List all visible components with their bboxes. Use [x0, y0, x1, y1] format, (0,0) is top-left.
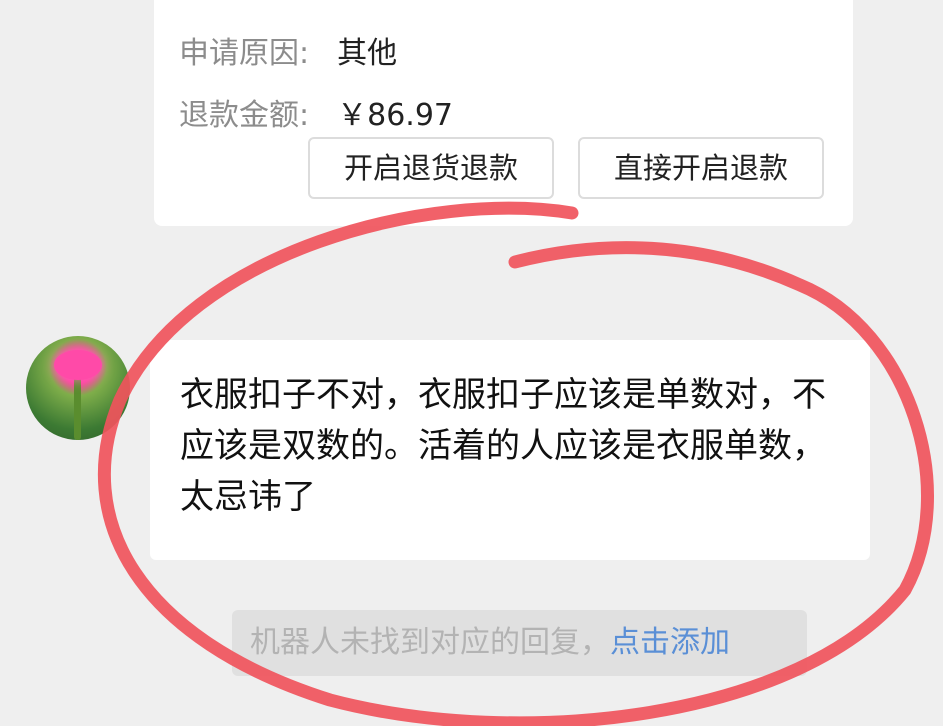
refund-amount-label: 退款金额: [179, 98, 310, 133]
bot-no-reply-notice: 机器人未找到对应的回复，点击添加 [232, 610, 807, 676]
open-direct-refund-button[interactable]: 直接开启退款 [578, 137, 824, 199]
avatar[interactable] [26, 336, 130, 440]
bot-notice-text: 机器人未找到对应的回复， [250, 625, 610, 660]
flower-icon [54, 350, 102, 380]
message-bubble: 衣服扣子不对，衣服扣子应该是单数对，不应该是双数的。活着的人应该是衣服单数，太忌… [150, 340, 870, 560]
add-reply-link[interactable]: 点击添加 [610, 625, 730, 660]
refund-reason-value: 其他 [337, 36, 398, 71]
refund-amount-row: 退款金额: ￥86.97 [179, 90, 453, 134]
refund-reason-label: 申请原因: [179, 36, 310, 71]
refund-reason-row: 申请原因: 其他 [179, 28, 397, 72]
chat-screen: 申请原因: 其他 退款金额: ￥86.97 开启退货退款 直接开启退款 衣服扣子不对… [0, 0, 943, 726]
refund-request-card: 申请原因: 其他 退款金额: ￥86.97 开启退货退款 直接开启退款 [154, 0, 853, 226]
open-return-refund-button[interactable]: 开启退货退款 [308, 137, 554, 199]
refund-amount-value: ￥86.97 [337, 98, 453, 133]
message-text: 衣服扣子不对，衣服扣子应该是单数对，不应该是双数的。活着的人应该是衣服单数，太忌… [180, 375, 826, 517]
